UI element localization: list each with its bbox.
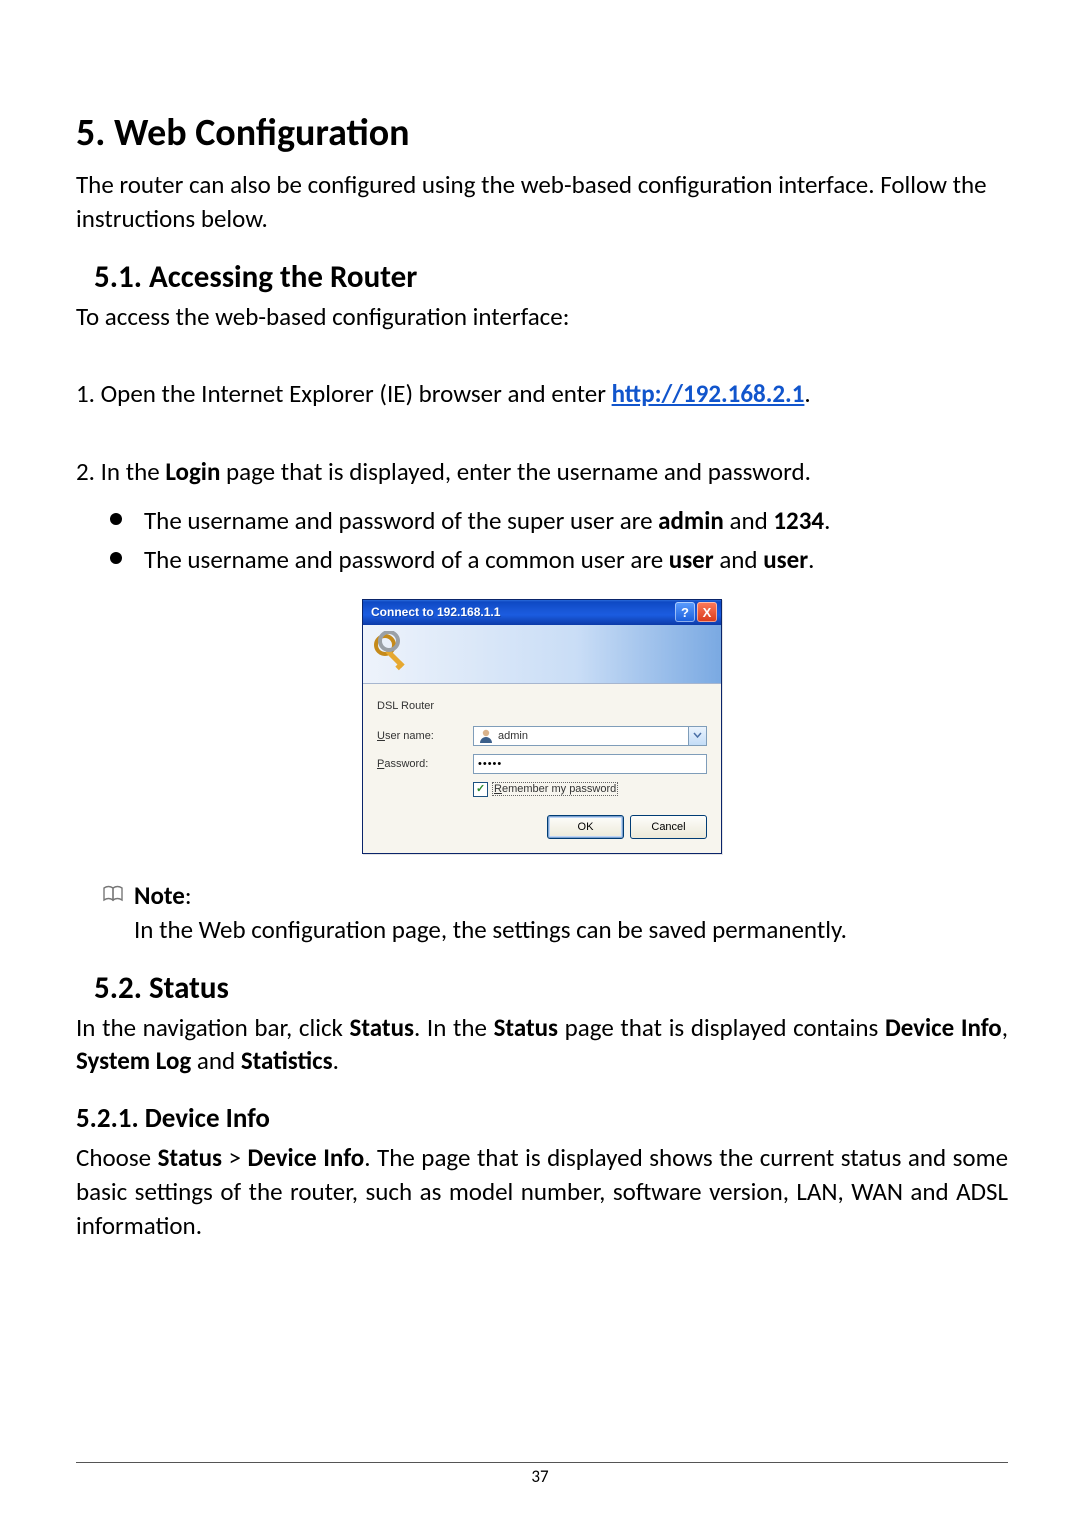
sp-c: . In the (414, 1012, 494, 1043)
device-info-paragraph: Choose Status > Device Info. The page th… (76, 1141, 1008, 1242)
step-1: 1. Open the Internet Explorer (IE) brows… (76, 377, 1008, 411)
di-a: Choose (76, 1142, 158, 1173)
dialog-banner (363, 625, 721, 684)
remember-checkbox[interactable]: ✓ (473, 782, 488, 797)
spacer (76, 347, 1008, 363)
b1e: . (824, 505, 830, 536)
password-label: Password: (377, 758, 473, 770)
list-item: The username and password of the super u… (110, 503, 1008, 538)
footer-rule (76, 1462, 1008, 1463)
user-icon (478, 728, 494, 744)
b2a: The username and password of a common us… (144, 544, 669, 575)
remember-label: Remember my password (492, 782, 618, 796)
password-label-rest: assword: (384, 758, 428, 770)
access-intro: To access the web-based configuration in… (76, 300, 1008, 334)
heading-2-accessing: 5.1. Accessing the Router (94, 258, 1008, 296)
sp-h: System Log (76, 1045, 191, 1076)
b1c: and (724, 505, 774, 536)
b1b: admin (658, 505, 724, 536)
b2c: and (714, 544, 764, 575)
router-url-link[interactable]: http://192.168.2.1 (612, 378, 805, 409)
username-label: User name: (377, 730, 473, 742)
b2d: user (763, 544, 808, 575)
sp-i: and (191, 1045, 241, 1076)
sp-a: In the navigation bar, click (76, 1012, 350, 1043)
heading-1: 5. Web Configuration (76, 110, 1008, 156)
dialog-titlebar: Connect to 192.168.1.1 ? X (363, 600, 721, 625)
dialog-title: Connect to 192.168.1.1 (371, 605, 500, 619)
credentials-list: The username and password of the super u… (110, 503, 1008, 577)
username-label-rest: ser name: (385, 730, 434, 742)
sp-e: page that is displayed contains (558, 1012, 885, 1043)
username-value: admin (498, 730, 688, 742)
sp-k: . (333, 1045, 339, 1076)
sp-f: Device Info (885, 1012, 1002, 1043)
step-2: 2. In the Login page that is displayed, … (76, 455, 1008, 489)
note-label: Note: (134, 880, 192, 911)
sp-d: Status (494, 1012, 558, 1043)
remember-row: ✓ Remember my password (473, 782, 707, 797)
sp-b: Status (350, 1012, 414, 1043)
step-2-c: page that is displayed, enter the userna… (220, 456, 811, 487)
document-page: 5. Web Configuration The router can also… (0, 0, 1080, 1527)
list-item: The username and password of a common us… (110, 542, 1008, 577)
keys-icon (371, 631, 417, 677)
note-colon: : (185, 880, 192, 911)
b2e: . (808, 544, 814, 575)
status-paragraph: In the navigation bar, click Status. In … (76, 1011, 1008, 1079)
remember-accel: R (494, 783, 502, 795)
b1d: 1234 (773, 505, 824, 536)
username-input[interactable]: admin (473, 726, 707, 746)
sp-j: Statistics (241, 1045, 333, 1076)
b1a: The username and password of the super u… (144, 505, 658, 536)
xp-auth-dialog: Connect to 192.168.1.1 ? X DSL Router Us… (362, 599, 722, 854)
heading-2-status: 5.2. Status (94, 969, 1008, 1007)
realm-label: DSL Router (377, 700, 707, 712)
di-d: Device Info (248, 1142, 365, 1173)
step-2-a: 2. In the (76, 456, 165, 487)
note-heading-row: Note: (102, 880, 1008, 911)
login-dialog-figure: Connect to 192.168.1.1 ? X DSL Router Us… (76, 599, 1008, 854)
b2b: user (669, 544, 714, 575)
dialog-button-row: OK Cancel (377, 815, 707, 839)
note-word: Note (134, 880, 185, 911)
password-row: Password: ••••• (377, 754, 707, 774)
remember-label-rest: emember my password (502, 783, 616, 795)
di-b: Status (158, 1142, 222, 1173)
chevron-down-icon (693, 731, 702, 740)
page-number: 37 (0, 1466, 1080, 1487)
note-text: In the Web configuration page, the setti… (134, 913, 1008, 947)
cancel-button[interactable]: Cancel (630, 815, 707, 839)
username-accel: U (377, 730, 385, 742)
close-button[interactable]: X (697, 602, 717, 622)
username-dropdown-button[interactable] (688, 727, 706, 745)
step-1-suffix: . (804, 378, 810, 409)
titlebar-buttons: ? X (675, 602, 717, 622)
step-1-prefix: 1. Open the Internet Explorer (IE) brows… (76, 378, 612, 409)
password-input[interactable]: ••••• (473, 754, 707, 774)
intro-paragraph: The router can also be configured using … (76, 168, 1008, 236)
book-icon (102, 885, 124, 903)
username-row: User name: admin (377, 726, 707, 746)
dialog-body: DSL Router User name: admin (363, 684, 721, 853)
sp-g: , (1002, 1012, 1008, 1043)
ok-button[interactable]: OK (547, 815, 624, 839)
spacer (76, 425, 1008, 441)
help-button[interactable]: ? (675, 602, 695, 622)
di-c: > (222, 1142, 248, 1173)
check-icon: ✓ (476, 785, 485, 794)
step-2-login: Login (165, 456, 220, 487)
heading-3-device-info: 5.2.1. Device Info (76, 1102, 1008, 1135)
